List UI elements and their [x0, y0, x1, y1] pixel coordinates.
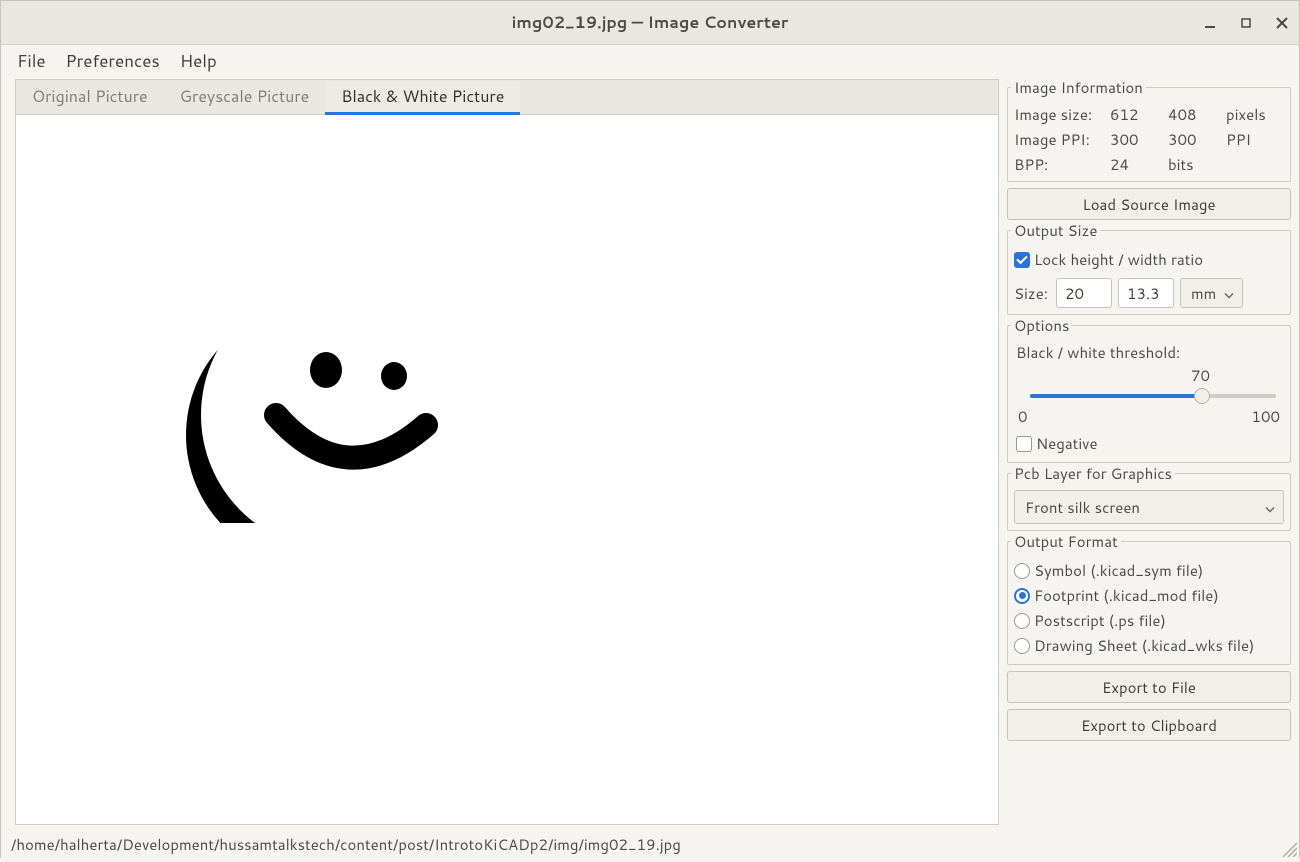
- radio-drawing-sheet-label: Drawing Sheet (.kicad_wks file): [1034, 635, 1254, 656]
- status-bar: /home/halherta/Development/hussamtalkste…: [1, 829, 1299, 859]
- window-controls: [1199, 1, 1293, 44]
- group-title-pcb-layer: Pcb Layer for Graphics: [1011, 463, 1175, 484]
- chevron-down-icon: [1265, 497, 1275, 518]
- radio-drawing-sheet[interactable]: Drawing Sheet (.kicad_wks file): [1014, 633, 1284, 658]
- close-button[interactable]: [1271, 12, 1293, 34]
- size-unit-combo[interactable]: mm: [1180, 278, 1243, 308]
- group-pcb-layer: Pcb Layer for Graphics Front silk screen: [1007, 473, 1291, 531]
- load-source-button[interactable]: Load Source Image: [1007, 188, 1291, 220]
- tab-greyscale[interactable]: Greyscale Picture: [164, 81, 326, 115]
- window-title: img02_19.jpg — Image Converter: [512, 11, 789, 34]
- group-output-format: Output Format Symbol (.kicad_sym file) F…: [1007, 541, 1291, 665]
- group-title-options: Options: [1011, 315, 1072, 336]
- checkbox-icon: [1016, 436, 1032, 452]
- negative-label: Negative: [1036, 433, 1098, 454]
- pcb-layer-value: Front silk screen: [1025, 497, 1140, 518]
- side-panel: Image Information Image size: 612 408 pi…: [1003, 77, 1299, 829]
- radio-symbol[interactable]: Symbol (.kicad_sym file): [1014, 558, 1284, 583]
- radio-postscript[interactable]: Postscript (.ps file): [1014, 608, 1284, 633]
- menu-help[interactable]: Help: [180, 49, 217, 73]
- radio-footprint[interactable]: Footprint (.kicad_mod file): [1014, 583, 1284, 608]
- export-clipboard-button[interactable]: Export to Clipboard: [1007, 709, 1291, 741]
- pcb-layer-combo[interactable]: Front silk screen: [1014, 490, 1284, 524]
- size-unit-value: mm: [1191, 283, 1216, 304]
- size-label: Size:: [1014, 283, 1048, 304]
- chevron-down-icon: [1224, 283, 1234, 304]
- radio-icon: [1014, 638, 1030, 654]
- info-ppi-x: 300: [1110, 129, 1168, 150]
- resize-grip[interactable]: [1279, 839, 1297, 857]
- lock-ratio-checkbox[interactable]: Lock height / width ratio: [1014, 247, 1284, 272]
- info-size-height: 408: [1168, 104, 1226, 125]
- size-width-input[interactable]: [1056, 278, 1112, 308]
- info-size-label: Image size:: [1014, 104, 1110, 125]
- menu-file[interactable]: File: [17, 49, 46, 73]
- export-file-button[interactable]: Export to File: [1007, 671, 1291, 703]
- threshold-value: 70: [1191, 365, 1210, 386]
- minimize-button[interactable]: [1199, 12, 1221, 34]
- radio-postscript-label: Postscript (.ps file): [1034, 610, 1166, 631]
- info-ppi-y: 300: [1168, 129, 1226, 150]
- radio-icon: [1014, 613, 1030, 629]
- info-ppi-label: Image PPI:: [1014, 129, 1110, 150]
- radio-symbol-label: Symbol (.kicad_sym file): [1034, 560, 1203, 581]
- info-bpp-value: 24: [1110, 154, 1168, 175]
- threshold-label: Black / white threshold:: [1016, 342, 1282, 363]
- radio-icon: [1014, 563, 1030, 579]
- threshold-slider[interactable]: [1018, 388, 1280, 404]
- info-ppi-unit: PPI: [1226, 129, 1284, 150]
- maximize-button[interactable]: [1235, 12, 1257, 34]
- tab-black-white[interactable]: Black & White Picture: [325, 81, 520, 115]
- lock-ratio-label: Lock height / width ratio: [1034, 249, 1203, 270]
- radio-icon: [1014, 588, 1030, 604]
- title-bar: img02_19.jpg — Image Converter: [1, 1, 1299, 45]
- info-size-width: 612: [1110, 104, 1168, 125]
- radio-footprint-label: Footprint (.kicad_mod file): [1034, 585, 1219, 606]
- group-output-size: Output Size Lock height / width ratio Si…: [1007, 230, 1291, 315]
- size-height-input[interactable]: [1118, 278, 1174, 308]
- info-bpp-unit: bits: [1168, 154, 1226, 175]
- threshold-max: 100: [1251, 406, 1280, 427]
- group-title-output-format: Output Format: [1011, 531, 1121, 552]
- info-bpp-label: BPP:: [1014, 154, 1110, 175]
- tab-bar: Original Picture Greyscale Picture Black…: [15, 79, 999, 115]
- group-image-info: Image Information Image size: 612 408 pi…: [1007, 87, 1291, 182]
- threshold-min: 0: [1018, 406, 1028, 427]
- menu-bar: File Preferences Help: [1, 45, 1299, 77]
- preview-canvas: [15, 115, 999, 825]
- tab-original[interactable]: Original Picture: [16, 81, 164, 115]
- checkbox-icon: [1014, 252, 1030, 268]
- info-size-unit: pixels: [1226, 104, 1284, 125]
- group-options: Options Black / white threshold: 70 0 10…: [1007, 325, 1291, 463]
- group-title-output-size: Output Size: [1011, 220, 1100, 241]
- status-path: /home/halherta/Development/hussamtalkste…: [11, 834, 681, 855]
- group-title-image-info: Image Information: [1011, 77, 1146, 98]
- negative-checkbox[interactable]: Negative: [1016, 431, 1282, 456]
- menu-preferences[interactable]: Preferences: [66, 49, 160, 73]
